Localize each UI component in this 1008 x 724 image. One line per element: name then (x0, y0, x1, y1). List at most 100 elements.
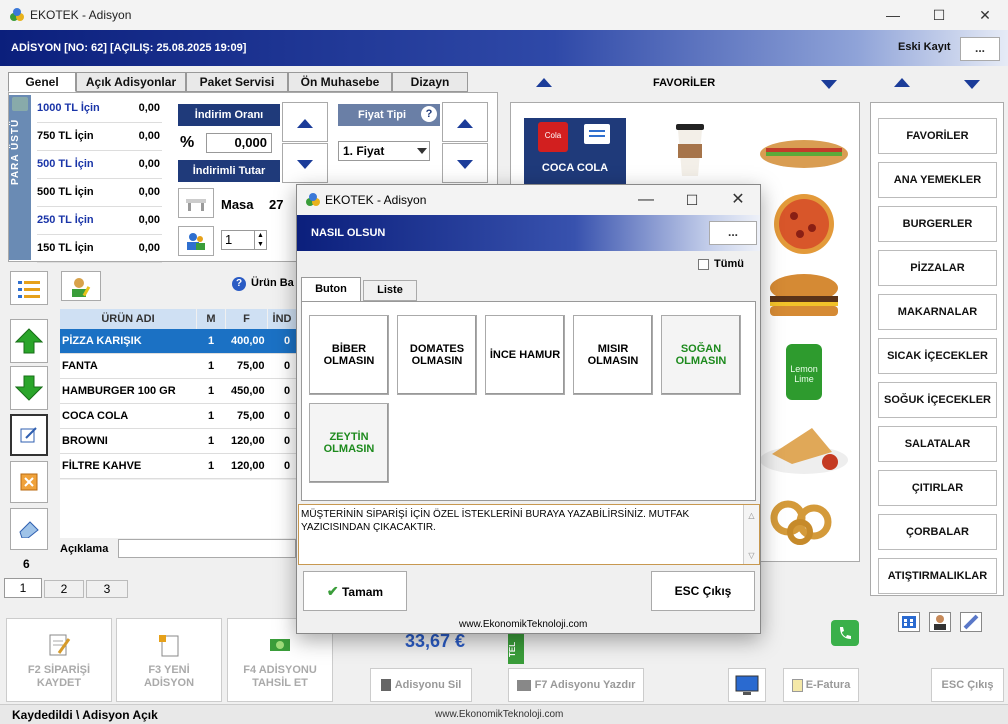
page-tab-3[interactable]: 3 (86, 580, 128, 598)
person-count-button[interactable] (178, 226, 214, 256)
e-fatura-button[interactable]: E-Fatura (783, 668, 859, 702)
tab-paket-servisi[interactable]: Paket Servisi (186, 72, 288, 92)
category-favoriler[interactable]: FAVORİLER (878, 118, 997, 154)
customer-button[interactable] (61, 271, 101, 301)
page-tab-2[interactable]: 2 (44, 580, 84, 598)
move-up-button[interactable] (10, 319, 48, 363)
category-corbalar[interactable]: ÇORBALAR (878, 514, 997, 550)
category-makarnalar[interactable]: MAKARNALAR (878, 294, 997, 330)
masa-button[interactable] (178, 188, 214, 218)
price-up-button[interactable] (442, 102, 488, 142)
screen-button[interactable] (728, 668, 766, 702)
para-ustu-row[interactable]: 500 TL İçin 0,00 (37, 179, 162, 207)
user-button[interactable] (929, 612, 951, 632)
category-atistirmaliklar[interactable]: ATIŞTIRMALIKLAR (878, 558, 997, 594)
tamam-button[interactable]: ✔ Tamam (303, 571, 407, 611)
discount-down-button[interactable] (282, 143, 328, 183)
option-zeytin-olmasin[interactable]: ZEYTİN OLMASIN (309, 403, 389, 483)
para-ustu-row[interactable]: 250 TL İçin 0,00 (37, 207, 162, 235)
para-ustu-row[interactable]: 1000 TL İçin 0,00 (37, 95, 162, 123)
fiyat-tipi-select[interactable]: 1. Fiyat (338, 141, 430, 161)
fav-item-sandwich[interactable] (752, 118, 856, 182)
phone-button[interactable] (831, 620, 859, 646)
col-header-ind[interactable]: İND (268, 309, 296, 329)
para-ustu-row[interactable]: 750 TL İçin 0,00 (37, 123, 162, 151)
category-burgerler[interactable]: BURGERLER (878, 206, 997, 242)
delete-item-button[interactable] (10, 461, 48, 503)
scroll-down-icon[interactable]: ▽ (744, 549, 759, 562)
option-ince-hamur[interactable]: İNCE HAMUR (485, 315, 565, 395)
minimize-button[interactable]: — (870, 0, 916, 30)
textarea-scrollbar[interactable]: △ ▽ (743, 505, 759, 564)
tumu-checkbox[interactable] (698, 259, 709, 270)
person-count-spinner[interactable]: 1 ▲ ▼ (221, 230, 267, 250)
info-card-icon[interactable] (584, 124, 610, 144)
close-button[interactable]: ✕ (962, 0, 1008, 30)
fav-item-coffee[interactable] (638, 118, 742, 182)
scroll-up-icon[interactable]: △ (744, 509, 759, 522)
indirim-orani-input[interactable]: 0,000 (206, 133, 272, 153)
dialog-maximize-button[interactable]: ☐ (669, 185, 715, 215)
option-biber-olmasin[interactable]: BİBER OLMASIN (309, 315, 389, 395)
category-sicak-icecekler[interactable]: SICAK İÇECEKLER (878, 338, 997, 374)
dialog-tab-liste[interactable]: Liste (363, 280, 417, 301)
table-row[interactable]: COCA COLA 1 75,00 0 (60, 404, 296, 429)
cat-scroll-up-icon[interactable] (894, 78, 910, 87)
dialog-esc-button[interactable]: ESC Çıkış (651, 571, 755, 611)
spinner-arrows-icon[interactable]: ▲ ▼ (254, 231, 266, 249)
esc-exit-button[interactable]: ESC Çıkış (931, 668, 1004, 702)
tab-genel[interactable]: Genel (8, 72, 76, 92)
fav-item-lemon-lime[interactable]: Lemon Lime (752, 340, 856, 404)
fav-item-toast[interactable] (752, 414, 856, 478)
fav-item-onion-rings[interactable] (752, 488, 856, 552)
fav-scroll-up-icon[interactable] (536, 78, 552, 87)
tab-acik-adisyonlar[interactable]: Açık Adisyonlar (76, 72, 186, 92)
move-down-button[interactable] (10, 366, 48, 410)
category-salatalar[interactable]: SALATALAR (878, 426, 997, 462)
eski-kayit-dots-button[interactable]: ... (960, 37, 1000, 61)
f2-save-order-button[interactable]: F2 SİPARİŞİ KAYDET (6, 618, 112, 702)
fav-item-coca-cola[interactable]: Cola COCA COLA (524, 118, 626, 184)
table-row[interactable]: FANTA 1 75,00 0 (60, 354, 296, 379)
maximize-button[interactable]: ☐ (916, 0, 962, 30)
dialog-close-button[interactable]: ✕ (715, 185, 761, 215)
print-adisyon-button[interactable]: F7 Adisyonu Yazdır (508, 668, 644, 702)
delete-adisyon-button[interactable]: Adisyonu Sil (370, 668, 472, 702)
option-domates-olmasin[interactable]: DOMATES OLMASIN (397, 315, 477, 395)
tab-on-muhasebe[interactable]: Ön Muhasebe (288, 72, 392, 92)
col-header-f[interactable]: F (226, 309, 267, 329)
table-row[interactable]: PİZZA KARIŞIK 1 400,00 0 (60, 329, 296, 354)
theme-button[interactable] (960, 612, 982, 632)
para-ustu-row[interactable]: 500 TL İçin 0,00 (37, 151, 162, 179)
table-row[interactable]: BROWNI 1 120,00 0 (60, 429, 296, 454)
list-view-button[interactable] (10, 271, 48, 305)
option-sogan-olmasin[interactable]: SOĞAN OLMASIN (661, 315, 741, 395)
help-icon[interactable]: ? (421, 106, 437, 122)
dialog-dots-button[interactable]: ... (709, 221, 757, 245)
aciklama-input[interactable] (118, 539, 296, 558)
tel-tab[interactable]: TEL (508, 634, 524, 664)
para-ustu-row[interactable]: 150 TL İçin 0,00 (37, 235, 162, 263)
edit-item-button[interactable] (10, 414, 48, 456)
fav-scroll-down-icon[interactable] (821, 80, 837, 89)
price-down-button[interactable] (442, 143, 488, 183)
category-soguk-icecekler[interactable]: SOĞUK İÇECEKLER (878, 382, 997, 418)
col-header-urun-adi[interactable]: ÜRÜN ADI (60, 309, 196, 329)
table-row[interactable]: HAMBURGER 100 GR 1 450,00 0 (60, 379, 296, 404)
fav-item-pizza[interactable] (752, 192, 856, 256)
dialog-tab-buton[interactable]: Buton (301, 277, 361, 301)
tab-dizayn[interactable]: Dizayn (392, 72, 468, 92)
cat-scroll-down-icon[interactable] (964, 80, 980, 89)
special-request-textarea[interactable]: MÜŞTERİNİN SİPARİŞİ İÇİN ÖZEL İSTEKLERİN… (298, 504, 760, 565)
dialog-minimize-button[interactable]: — (623, 185, 669, 215)
discount-up-button[interactable] (282, 102, 328, 142)
option-misir-olmasin[interactable]: MISIR OLMASIN (573, 315, 653, 395)
page-tab-1[interactable]: 1 (4, 578, 42, 598)
category-ana-yemekler[interactable]: ANA YEMEKLER (878, 162, 997, 198)
f3-new-adisyon-button[interactable]: F3 YENİ ADİSYON (116, 618, 222, 702)
table-row[interactable]: FİLTRE KAHVE 1 120,00 0 (60, 454, 296, 479)
calculator-button[interactable] (898, 612, 920, 632)
fav-item-burger[interactable] (752, 266, 856, 330)
category-pizzalar[interactable]: PİZZALAR (878, 250, 997, 286)
category-citirlar[interactable]: ÇITIRLAR (878, 470, 997, 506)
